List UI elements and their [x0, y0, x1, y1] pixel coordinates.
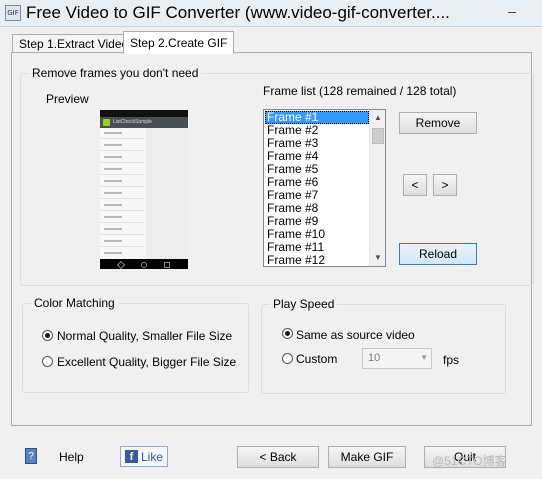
play-speed-title: Play Speed	[270, 297, 338, 311]
remove-button[interactable]: Remove	[399, 112, 477, 134]
chevron-down-icon: ▼	[420, 353, 428, 362]
color-matching-title: Color Matching	[31, 296, 118, 310]
fps-unit-label: fps	[443, 353, 460, 367]
window-title: Free Video to GIF Converter (www.video-g…	[26, 3, 450, 22]
normal-quality-label[interactable]: Normal Quality, Smaller File Size	[57, 329, 232, 343]
normal-quality-radio[interactable]	[42, 330, 53, 341]
minimize-button[interactable]: –	[498, 4, 526, 21]
app-icon: GIF	[5, 5, 21, 21]
reload-button[interactable]: Reload	[399, 243, 477, 265]
frame-list[interactable]: Frame #1 Frame #2 Frame #3 Frame #4 Fram…	[263, 109, 386, 267]
next-frame-button[interactable]: >	[433, 174, 457, 196]
home-nav-icon	[141, 262, 147, 268]
frame-list-label: Frame list (128 remained / 128 total)	[263, 84, 457, 98]
remove-frames-title: Remove frames you don't need	[29, 66, 202, 80]
facebook-like-button[interactable]: f Like	[120, 446, 168, 467]
custom-speed-radio[interactable]	[282, 353, 293, 364]
android-app-icon	[103, 119, 110, 126]
preview-label: Preview	[46, 92, 89, 106]
color-matching-group: Color Matching	[22, 296, 249, 393]
watermark: @51CTO博客	[432, 454, 507, 468]
frame-preview-image: ListCheckSample	[100, 110, 188, 270]
scroll-down-icon[interactable]: ▼	[370, 250, 385, 266]
fps-value: 10	[368, 352, 381, 364]
excellent-quality-radio[interactable]	[42, 356, 53, 367]
scroll-thumb[interactable]	[372, 128, 384, 144]
recents-nav-icon	[164, 262, 170, 268]
fps-select[interactable]: 10 ▼	[362, 348, 432, 369]
title-bar: GIF Free Video to GIF Converter (www.vid…	[0, 0, 542, 27]
previous-frame-button[interactable]: <	[403, 174, 427, 196]
same-as-source-label[interactable]: Same as source video	[296, 328, 415, 342]
make-gif-button[interactable]: Make GIF	[328, 446, 406, 468]
like-label: Like	[141, 450, 164, 464]
excellent-quality-label[interactable]: Excellent Quality, Bigger File Size	[57, 355, 236, 369]
help-icon[interactable]: ?	[25, 448, 37, 464]
frame-list-item[interactable]: Frame #12	[265, 254, 369, 267]
frame-list-scrollbar[interactable]: ▲ ▼	[369, 110, 385, 266]
tab-create-gif[interactable]: Step 2.Create GIF	[123, 31, 235, 54]
back-button[interactable]: < Back	[237, 446, 319, 468]
help-label[interactable]: Help	[59, 450, 84, 464]
same-as-source-radio[interactable]	[282, 328, 293, 339]
preview-app-title: ListCheckSample	[113, 119, 152, 125]
facebook-icon: f	[125, 450, 138, 463]
custom-speed-label[interactable]: Custom	[296, 352, 337, 366]
scroll-up-icon[interactable]: ▲	[370, 110, 385, 126]
